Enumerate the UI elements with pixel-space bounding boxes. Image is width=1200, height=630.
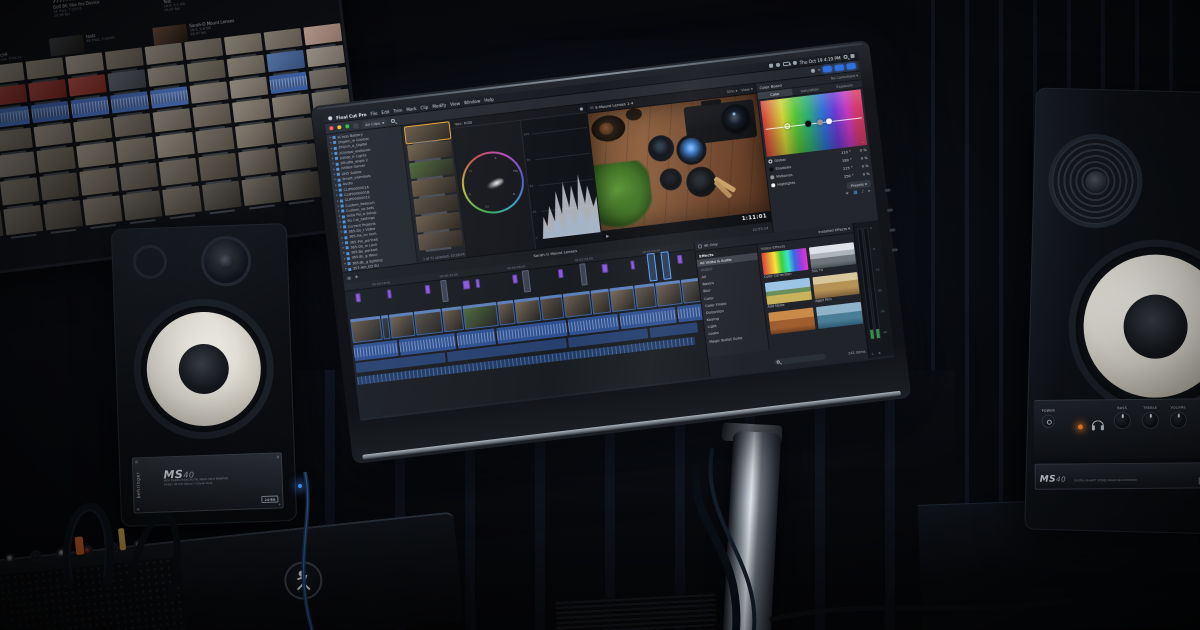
mixer-cables: [0, 0, 1200, 630]
studio-scene: All Clips ❯❯❯❯❯❯❯❯Voice Rush16:9, 73.4 M…: [0, 0, 1200, 630]
